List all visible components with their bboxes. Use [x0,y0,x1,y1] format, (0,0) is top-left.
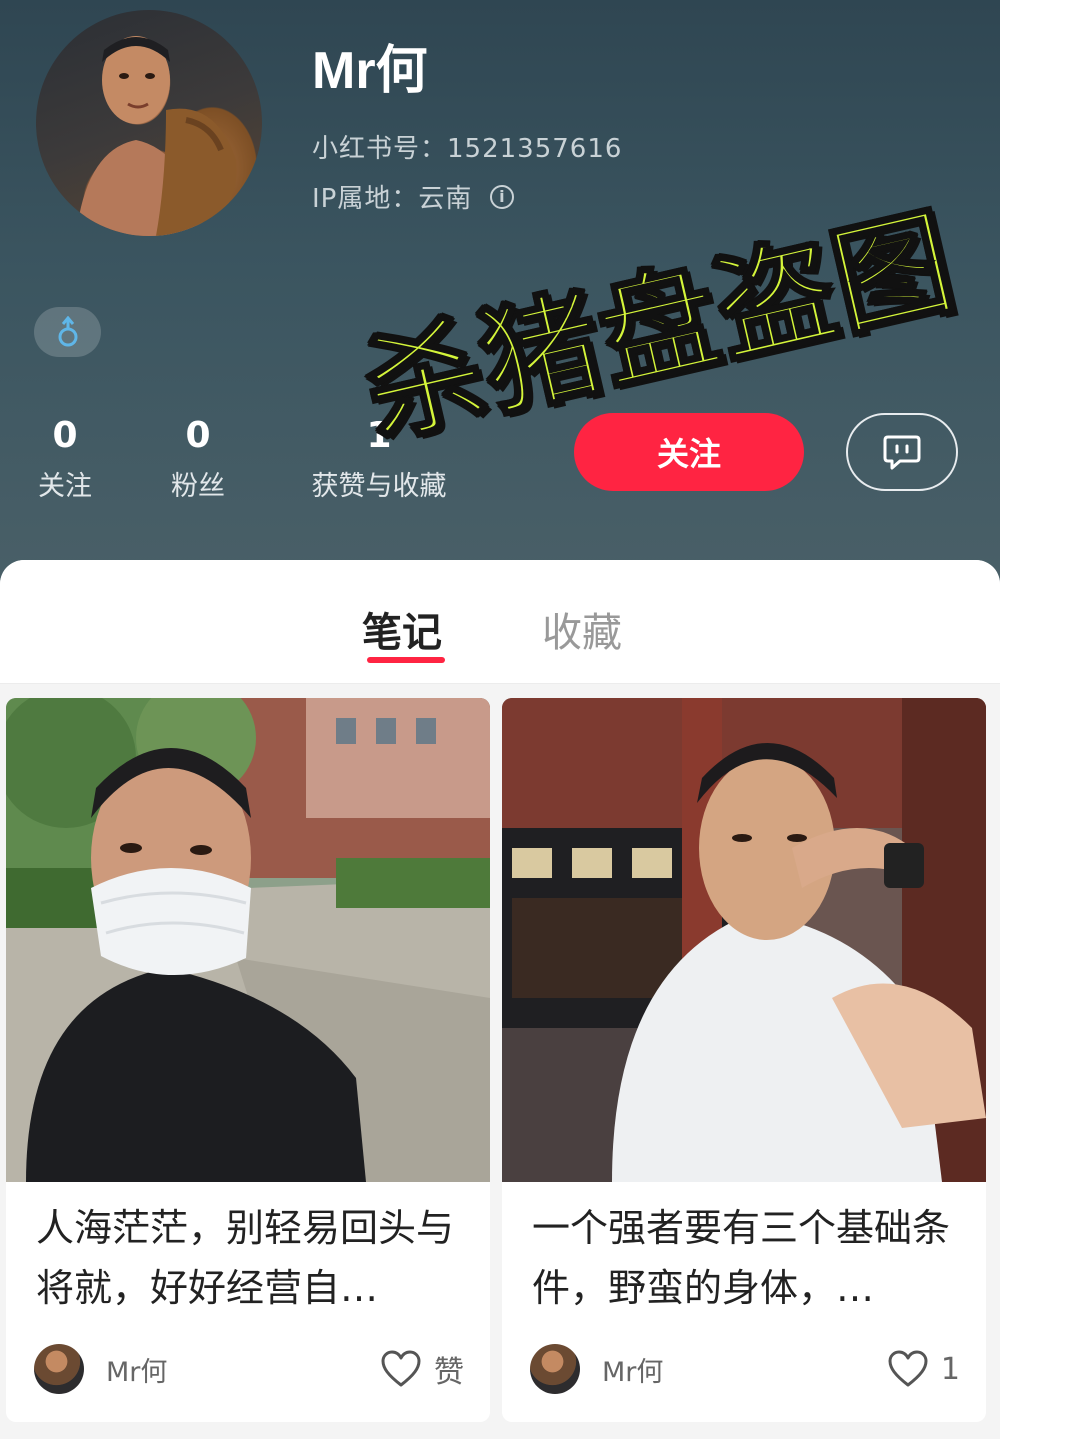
like-count: 1 [940,1351,960,1387]
fans-count: 0 [185,415,211,456]
profile-avatar[interactable] [36,10,262,236]
fans-label: 粉丝 [171,471,225,502]
message-button[interactable] [846,413,958,491]
note-footer: Mr何 1 [530,1344,960,1394]
heart-icon [381,1350,421,1387]
info-icon[interactable]: i [490,184,515,209]
active-tab-indicator [367,657,445,663]
note-title: 一个强者要有三个基础条件，野蛮的身体，… [532,1206,951,1310]
note-title: 人海茫茫，别轻易回头与将就，好好经营自… [36,1206,455,1310]
avatar-photo [76,36,237,236]
note-card[interactable]: 人海茫茫，别轻易回头与将就，好好经营自… Mr何 赞 [6,698,490,1422]
tab-notes[interactable]: 笔记 [362,600,442,658]
heart-icon [888,1350,928,1387]
male-icon [58,316,77,347]
note-footer: Mr何 赞 [34,1344,464,1394]
following-count: 0 [52,415,78,456]
chat-icon [883,435,921,470]
gender-badge [34,307,101,357]
note-photo [6,698,490,1182]
author-name[interactable]: Mr何 [106,1350,380,1389]
ip-location: IP属地：云南 [312,184,473,214]
red-id: 小红书号：1521357616 [312,134,623,164]
author-name[interactable]: Mr何 [602,1350,887,1389]
like-count: 赞 [434,1355,464,1390]
tabs-bar: 笔记 收藏 [0,560,1000,684]
stat-following[interactable]: 0 关注 [34,414,96,503]
content-panel: 笔记 收藏 人海茫茫，别轻易回头与将就，好好经营自… Mr何 赞 一个强者要有三… [0,560,1000,1439]
following-label: 关注 [38,471,92,502]
author-avatar[interactable] [34,1344,84,1394]
note-card[interactable]: 一个强者要有三个基础条件，野蛮的身体，… Mr何 1 [502,698,986,1422]
note-photo [502,698,986,1182]
profile-screen: Mr何 小红书号：1521357616 IP属地：云南 i 0 关注 0 粉丝 … [0,0,1000,1439]
profile-name: Mr何 [312,42,428,100]
like-button[interactable]: 1 [887,1350,960,1388]
profile-header: Mr何 小红书号：1521357616 IP属地：云南 i 0 关注 0 粉丝 … [0,0,1000,600]
stat-fans[interactable]: 0 粉丝 [167,414,229,503]
like-button[interactable]: 赞 [380,1347,464,1391]
author-avatar[interactable] [530,1344,580,1394]
ip-location-row: IP属地：云南 i [312,178,515,215]
tab-collections[interactable]: 收藏 [542,600,622,658]
